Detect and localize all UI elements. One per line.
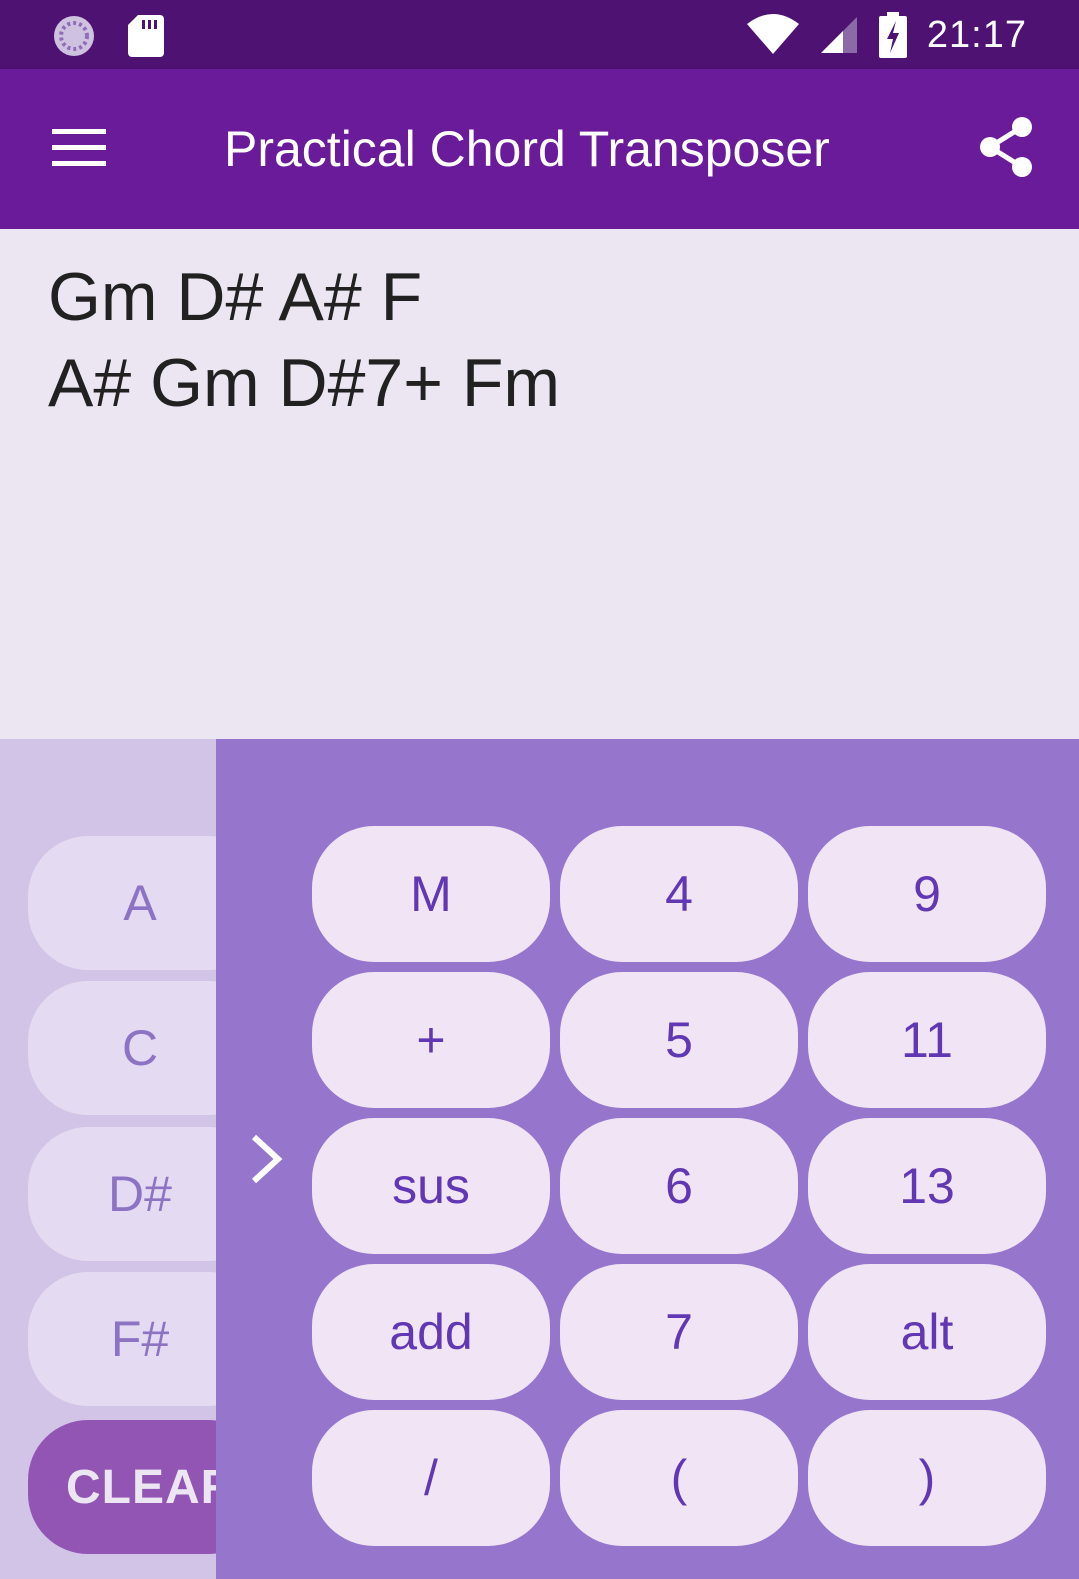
modifier-key-5[interactable]: 5 — [560, 972, 798, 1108]
note-key-a[interactable]: A — [28, 836, 216, 970]
modifier-key-plus[interactable]: + — [312, 972, 550, 1108]
modifier-key-7[interactable]: 7 — [560, 1264, 798, 1400]
modifier-key-sus[interactable]: sus — [312, 1118, 550, 1254]
modifier-key-major[interactable]: M — [312, 826, 550, 962]
modifier-key-open-paren[interactable]: ( — [560, 1410, 798, 1546]
chord-line[interactable]: A# Gm D#7+ Fm — [48, 343, 560, 423]
modifier-key-6[interactable]: 6 — [560, 1118, 798, 1254]
modifier-key-close-paren[interactable]: ) — [808, 1410, 1046, 1546]
share-icon[interactable] — [976, 115, 1036, 179]
cell-signal-icon — [820, 17, 857, 53]
app-bar: Practical Chord Transposer — [0, 69, 1079, 229]
modifier-key-13[interactable]: 13 — [808, 1118, 1046, 1254]
note-key-f-sharp[interactable]: F# — [28, 1272, 216, 1406]
wifi-icon — [746, 14, 799, 54]
modifier-keyboard: M 4 9 + 5 11 sus 6 13 add 7 alt / ( ) — [216, 739, 1079, 1579]
hamburger-menu-icon[interactable] — [52, 125, 106, 169]
modifier-key-slash[interactable]: / — [312, 1410, 550, 1546]
battery-charging-icon — [878, 12, 907, 58]
modifier-key-11[interactable]: 11 — [808, 972, 1046, 1108]
note-keyboard: A C D# F# CLEAR — [0, 739, 216, 1579]
status-time: 21:17 — [926, 13, 1027, 56]
chord-editor[interactable]: Gm D# A# F A# Gm D#7+ Fm — [0, 229, 1079, 739]
note-key-d-sharp[interactable]: D# — [28, 1127, 216, 1261]
chord-line[interactable]: Gm D# A# F — [48, 257, 422, 337]
modifier-key-4[interactable]: 4 — [560, 826, 798, 962]
status-bar: 21:17 — [0, 0, 1079, 69]
sd-card-icon — [128, 15, 164, 57]
chevron-right-icon[interactable] — [248, 1131, 284, 1187]
app-title: Practical Chord Transposer — [224, 121, 830, 177]
loading-icon — [54, 16, 94, 56]
modifier-key-add[interactable]: add — [312, 1264, 550, 1400]
clear-button[interactable]: CLEAR — [28, 1420, 216, 1554]
note-key-c[interactable]: C — [28, 981, 216, 1115]
modifier-key-9[interactable]: 9 — [808, 826, 1046, 962]
modifier-key-alt[interactable]: alt — [808, 1264, 1046, 1400]
